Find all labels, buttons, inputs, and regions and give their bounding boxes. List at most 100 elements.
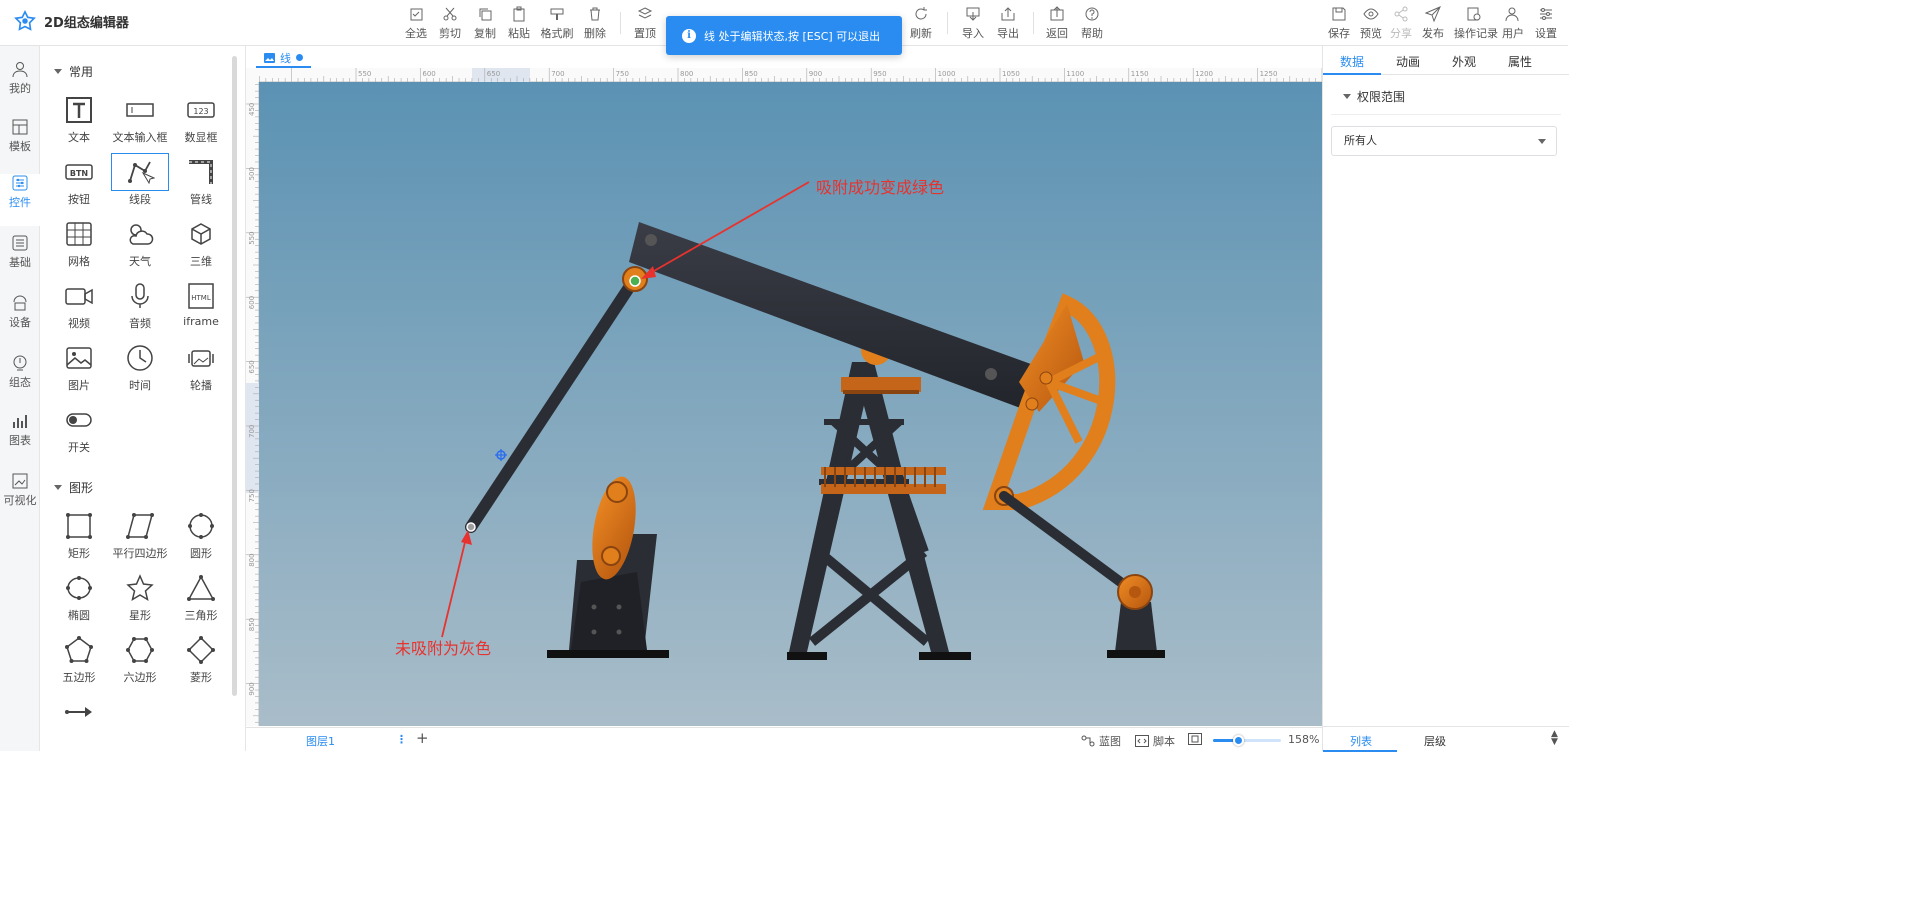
tab-list[interactable]: 列表 [1350,733,1372,749]
zoom-slider-thumb[interactable] [1233,735,1245,746]
ruler-label: 900 [809,70,822,78]
settings-button[interactable]: 设置 [1526,6,1566,42]
blueprint-button[interactable]: 蓝图 [1081,733,1121,749]
back-icon [1050,6,1064,21]
history-button[interactable]: 操作记录 [1454,6,1498,42]
nav-item-controls[interactable]: 控件 [0,174,40,226]
section-common-title[interactable]: 常用 [54,63,93,80]
component-label: 视频 [68,317,90,330]
format-brush-button[interactable]: 格式刷 [537,6,577,42]
nav-item-charts[interactable]: 图表 [0,412,40,464]
component-label: 线段 [129,193,151,206]
publish-button[interactable]: 发布 [1413,6,1453,42]
component-iframe[interactable]: HTML iframe [172,277,230,335]
component-audio[interactable]: 音频 [111,277,169,335]
layer-more-icon[interactable]: ⋮ [396,733,407,746]
component-video[interactable]: 视频 [50,277,108,335]
star-icon [126,574,154,602]
layer-tab[interactable]: 图层1 [306,733,335,749]
ruler-label: 1150 [1131,70,1149,78]
shape-parallelogram[interactable]: 平行四边形 [111,507,169,565]
nav-item-templates[interactable]: 模板 [0,118,40,170]
delete-button[interactable]: 删除 [575,6,615,42]
tab-animation[interactable]: 动画 [1396,53,1420,70]
ruler-label: 850 [248,618,256,631]
nav-item-mine[interactable]: 我的 [0,60,40,112]
nav-label: 组态 [9,376,31,389]
nav-item-visual[interactable]: 可视化 [0,472,40,524]
shape-star[interactable]: 星形 [111,569,169,627]
export-button[interactable]: 导出 [988,6,1028,42]
component-text-input[interactable]: 文本输入框 [111,91,169,149]
shape-arrow[interactable]: 箭头 [50,693,108,727]
shape-circle[interactable]: 圆形 [172,507,230,565]
component-carousel[interactable]: 轮播 [172,339,230,397]
layers-up-icon [637,7,653,19]
publish-label: 发布 [1422,27,1444,40]
shape-triangle[interactable]: 三角形 [172,569,230,627]
component-line-segment[interactable]: 线段 [111,153,169,211]
tab-properties[interactable]: 属性 [1508,53,1532,70]
zoom-slider[interactable] [1213,735,1281,746]
tab-label: 线 [280,51,291,65]
nav-item-basic[interactable]: 基础 [0,234,40,286]
component-switch[interactable]: 开关 [50,401,108,459]
svg-text:BTN: BTN [70,169,88,178]
component-pipeline[interactable]: 管线 [172,153,230,211]
cut-button[interactable]: 剪切 [430,6,470,42]
eye-icon [1363,8,1379,20]
snapped-endpoint-handle[interactable] [629,275,641,287]
cut-label: 剪切 [439,27,461,40]
canvas-scene[interactable]: 吸附成功变成绿色 未吸附为灰色 [259,82,1322,726]
nav-item-config[interactable]: 组态 [0,354,40,406]
permission-select[interactable]: 所有人 [1331,126,1557,156]
sort-icon[interactable]: ▲ ▼ [1551,730,1558,747]
toast-text: 线 处于编辑状态,按 [ESC] 可以退出 [704,29,881,43]
shape-rectangle[interactable]: 矩形 [50,507,108,565]
tab-appearance[interactable]: 外观 [1452,53,1476,70]
import-button[interactable]: 导入 [953,6,993,42]
add-layer-icon[interactable]: + [416,729,429,747]
tab-data[interactable]: 数据 [1340,53,1364,70]
component-time[interactable]: 时间 [111,339,169,397]
component-text[interactable]: 文本 [50,91,108,149]
script-button[interactable]: 脚本 [1135,733,1175,749]
history-icon [1467,7,1481,21]
permission-section-title[interactable]: 权限范围 [1343,88,1405,105]
property-panel: 数据 动画 外观 属性 权限范围 所有人 列表 层级 ▲ ▼ [1322,46,1569,752]
design-canvas[interactable]: 吸附成功变成绿色 未吸附为灰色 [259,82,1322,726]
shape-ellipse[interactable]: 椭圆 [50,569,108,627]
to-top-button[interactable]: 置顶 [625,6,665,42]
tab-hierarchy[interactable]: 层级 [1424,733,1446,749]
shape-diamond[interactable]: 菱形 [172,631,230,689]
ruler-label: 850 [744,70,757,78]
toolbar-divider [947,12,948,34]
panel-scrollbar[interactable] [232,56,237,696]
unsnapped-endpoint-handle[interactable] [466,522,476,532]
to-top-label: 置顶 [634,27,656,40]
fit-screen-icon[interactable] [1188,733,1202,745]
component-number-display[interactable]: 123 数显框 [172,91,230,149]
section-shapes-title[interactable]: 图形 [54,479,93,496]
help-button[interactable]: 帮助 [1072,6,1112,42]
paste-button[interactable]: 粘贴 [499,6,539,42]
tab-current-page[interactable]: 线 [256,49,311,68]
component-label: 音频 [129,317,151,330]
nav-item-devices[interactable]: 设备 [0,294,40,346]
fit-screen-svg [1188,733,1202,745]
component-weather[interactable]: 天气 [111,215,169,273]
refresh-button[interactable]: 刷新 [901,6,941,42]
shape-pentagon[interactable]: 五边形 [50,631,108,689]
shape-hexagon[interactable]: 六边形 [111,631,169,689]
ruler-label: 600 [422,70,435,78]
horizontal-ruler: 550 600 650 700 750 800 850 900 950 1000 1050 1100 1… [259,68,1323,82]
back-button[interactable]: 返回 [1037,6,1077,42]
component-image[interactable]: 图片 [50,339,108,397]
component-label: 菱形 [190,671,212,684]
component-grid[interactable]: 网格 [50,215,108,273]
component-3d[interactable]: 三维 [172,215,230,273]
back-label: 返回 [1046,27,1068,40]
text-icon [66,97,92,123]
component-button[interactable]: BTN 按钮 [50,153,108,211]
nav-label: 可视化 [3,494,37,507]
